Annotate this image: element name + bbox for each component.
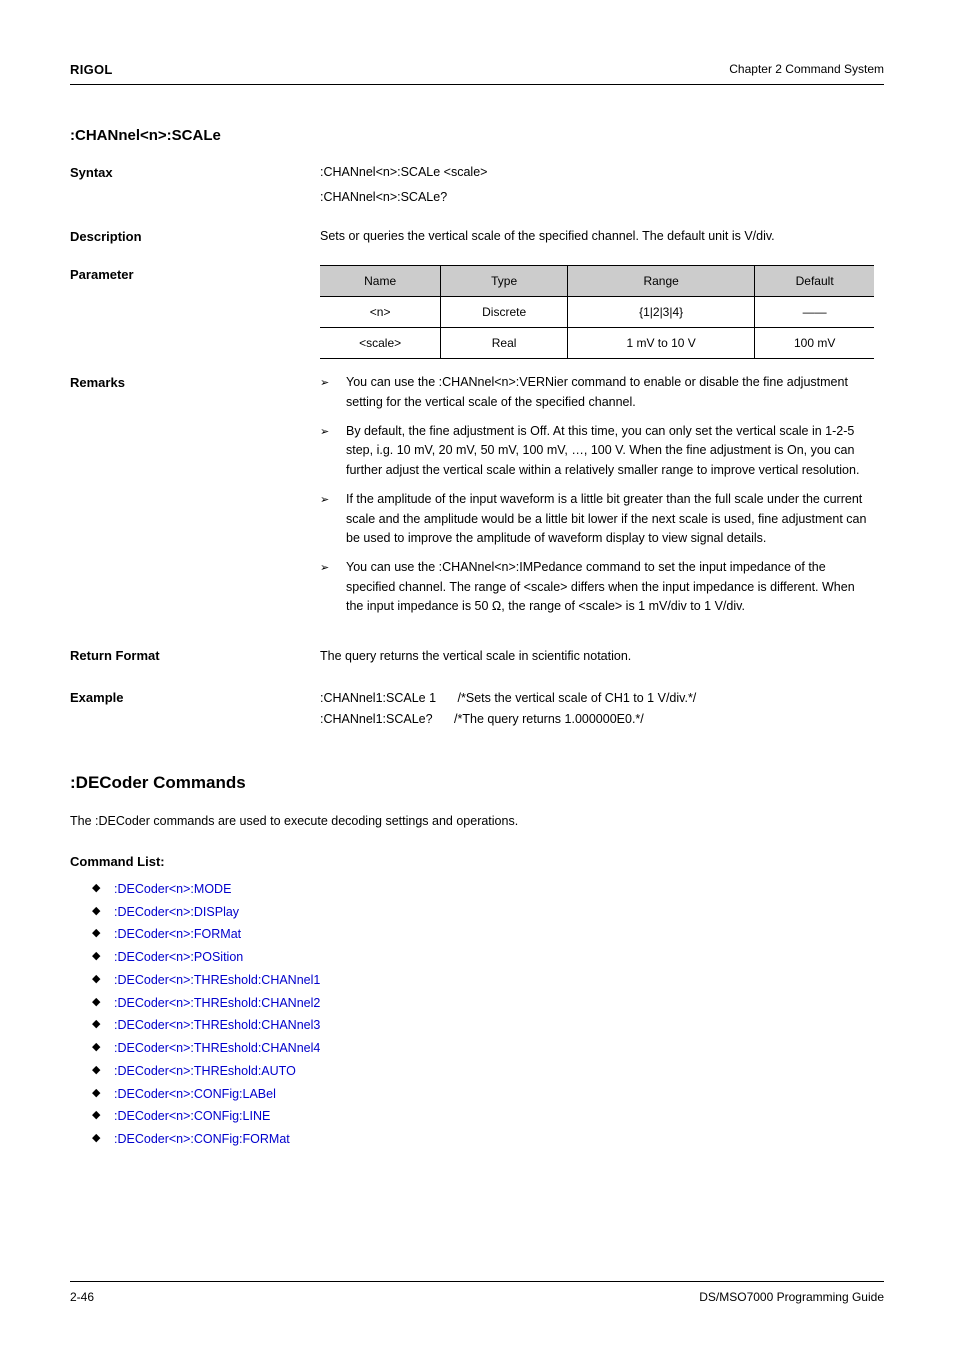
diamond-icon: ◆ <box>92 1062 114 1081</box>
command-link[interactable]: :DECoder<n>:THREshold:AUTO <box>114 1062 296 1081</box>
list-item: ◆:DECoder<n>:THREshold:CHANnel1 <box>70 971 874 990</box>
decoder-section-title: :DECoder Commands <box>70 770 874 796</box>
list-item: ◆:DECoder<n>:CONFig:FORMat <box>70 1130 874 1149</box>
command-link[interactable]: :DECoder<n>:FORMat <box>114 925 241 944</box>
diamond-icon: ◆ <box>92 1130 114 1149</box>
list-item: ◆:DECoder<n>:CONFig:LABel <box>70 1085 874 1104</box>
command-block-scale: :CHANnel<n>:SCALe Syntax :CHANnel<n>:SCA… <box>200 125 874 731</box>
list-item: ◆:DECoder<n>:MODE <box>70 880 874 899</box>
command-list: Command List: ◆:DECoder<n>:MODE ◆:DECode… <box>70 852 874 1149</box>
decoder-intro: The :DECoder commands are used to execut… <box>70 812 874 831</box>
bullet-icon: ➢ <box>320 490 346 548</box>
brand-label: RIGOL <box>70 60 113 80</box>
command-link[interactable]: :DECoder<n>:CONFig:LINE <box>114 1107 270 1126</box>
chapter-label: Chapter 2 Command System <box>729 60 884 80</box>
example-comment: /*Sets the vertical scale of CH1 to 1 V/… <box>458 688 697 709</box>
list-item: ◆:DECoder<n>:THREshold:CHANnel2 <box>70 994 874 1013</box>
command-list-label: Command List: <box>70 852 874 872</box>
command-link[interactable]: :DECoder<n>:THREshold:CHANnel3 <box>114 1016 320 1035</box>
table-row: <scale> Real 1 mV to 10 V 100 mV <box>320 328 874 359</box>
syntax-set: :CHANnel<n>:SCALe <scale> <box>320 163 874 182</box>
command-link[interactable]: :DECoder<n>:THREshold:CHANnel4 <box>114 1039 320 1058</box>
diamond-icon: ◆ <box>92 903 114 922</box>
description-text: Sets or queries the vertical scale of th… <box>320 227 874 246</box>
table-header: Type <box>441 266 568 297</box>
diamond-icon: ◆ <box>92 1016 114 1035</box>
list-item: ◆:DECoder<n>:THREshold:CHANnel3 <box>70 1016 874 1035</box>
example-label: Example <box>70 688 190 708</box>
page-footer: 2-46 DS/MSO7000 Programming Guide <box>70 1281 884 1306</box>
remark-item: ➢ By default, the fine adjustment is Off… <box>320 422 874 480</box>
example-cmd: :CHANnel1:SCALe? <box>320 712 433 726</box>
table-cell: —— <box>755 297 874 328</box>
bullet-icon: ➢ <box>320 558 346 616</box>
page-container: RIGOL Chapter 2 Command System :CHANnel<… <box>0 0 954 1350</box>
example-cmd: :CHANnel1:SCALe 1 <box>320 691 436 705</box>
command-link[interactable]: :DECoder<n>:THREshold:CHANnel2 <box>114 994 320 1013</box>
list-item: ◆:DECoder<n>:DISPlay <box>70 903 874 922</box>
bullet-icon: ➢ <box>320 422 346 480</box>
example-comment: /*The query returns 1.000000E0.*/ <box>454 709 644 730</box>
remark-text: If the amplitude of the input waveform i… <box>346 490 874 548</box>
table-cell: Discrete <box>441 297 568 328</box>
example-body: :CHANnel1:SCALe 1 /*Sets the vertical sc… <box>320 688 874 731</box>
diamond-icon: ◆ <box>92 948 114 967</box>
content-area: :CHANnel<n>:SCALe Syntax :CHANnel<n>:SCA… <box>70 125 884 1149</box>
example-line: :CHANnel1:SCALe 1 /*Sets the vertical sc… <box>320 688 874 709</box>
return-format-text: The query returns the vertical scale in … <box>320 646 874 667</box>
bullet-icon: ➢ <box>320 373 346 412</box>
syntax-query: :CHANnel<n>:SCALe? <box>320 188 874 207</box>
diamond-icon: ◆ <box>92 880 114 899</box>
page-number: 2-46 <box>70 1288 94 1306</box>
diamond-icon: ◆ <box>92 971 114 990</box>
list-item: ◆:DECoder<n>:FORMat <box>70 925 874 944</box>
table-cell: Real <box>441 328 568 359</box>
list-item: ◆:DECoder<n>:THREshold:CHANnel4 <box>70 1039 874 1058</box>
diamond-icon: ◆ <box>92 1107 114 1126</box>
example-line: :CHANnel1:SCALe? /*The query returns 1.0… <box>320 709 874 730</box>
remark-text: You can use the :CHANnel<n>:IMPedance co… <box>346 558 874 616</box>
command-link[interactable]: :DECoder<n>:MODE <box>114 880 231 899</box>
command-link[interactable]: :DECoder<n>:CONFig:LABel <box>114 1085 276 1104</box>
command-link[interactable]: :DECoder<n>:CONFig:FORMat <box>114 1130 290 1149</box>
remark-item: ➢ You can use the :CHANnel<n>:IMPedance … <box>320 558 874 616</box>
command-title: :CHANnel<n>:SCALe <box>70 125 874 148</box>
diamond-icon: ◆ <box>92 925 114 944</box>
syntax-label: Syntax <box>70 163 190 183</box>
table-header: Range <box>567 266 754 297</box>
table-cell: 1 mV to 10 V <box>567 328 754 359</box>
table-cell: <n> <box>320 297 441 328</box>
table-cell: <scale> <box>320 328 441 359</box>
table-row: <n> Discrete {1|2|3|4} —— <box>320 297 874 328</box>
remark-text: You can use the :CHANnel<n>:VERNier comm… <box>346 373 874 412</box>
list-item: ◆:DECoder<n>:THREshold:AUTO <box>70 1062 874 1081</box>
diamond-icon: ◆ <box>92 1039 114 1058</box>
list-item: ◆:DECoder<n>:POSition <box>70 948 874 967</box>
table-cell: 100 mV <box>755 328 874 359</box>
parameter-table: Name Type Range Default <n> Discrete {1|… <box>320 265 874 359</box>
description-label: Description <box>70 227 190 247</box>
parameter-label: Parameter <box>70 265 190 285</box>
list-item: ◆:DECoder<n>:CONFig:LINE <box>70 1107 874 1126</box>
remark-item: ➢ You can use the :CHANnel<n>:VERNier co… <box>320 373 874 412</box>
remark-text: By default, the fine adjustment is Off. … <box>346 422 874 480</box>
table-cell: {1|2|3|4} <box>567 297 754 328</box>
diamond-icon: ◆ <box>92 1085 114 1104</box>
diamond-icon: ◆ <box>92 994 114 1013</box>
remark-item: ➢ If the amplitude of the input waveform… <box>320 490 874 548</box>
table-header: Name <box>320 266 441 297</box>
command-link[interactable]: :DECoder<n>:POSition <box>114 948 243 967</box>
return-format-label: Return Format <box>70 646 190 666</box>
remarks-label: Remarks <box>70 373 190 393</box>
page-header: RIGOL Chapter 2 Command System <box>70 60 884 85</box>
command-link[interactable]: :DECoder<n>:DISPlay <box>114 903 239 922</box>
doc-title: DS/MSO7000 Programming Guide <box>699 1288 884 1306</box>
command-link[interactable]: :DECoder<n>:THREshold:CHANnel1 <box>114 971 320 990</box>
remarks-list: ➢ You can use the :CHANnel<n>:VERNier co… <box>320 373 874 626</box>
table-header: Default <box>755 266 874 297</box>
